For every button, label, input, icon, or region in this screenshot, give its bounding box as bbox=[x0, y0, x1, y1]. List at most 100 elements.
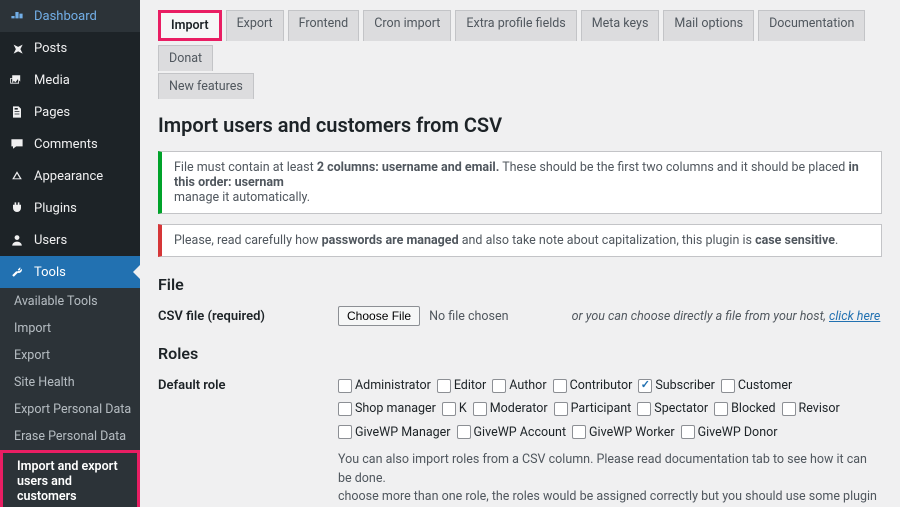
checkbox-icon bbox=[492, 379, 506, 393]
menu-label: Pages bbox=[34, 105, 70, 120]
role-checkbox-givewp-manager[interactable]: GiveWP Manager bbox=[338, 422, 451, 443]
admin-sidebar: Dashboard Posts Media Pages Comments App… bbox=[0, 0, 140, 507]
plugins-icon bbox=[8, 199, 26, 217]
checkbox-icon bbox=[681, 425, 695, 439]
role-checkbox-blocked[interactable]: Blocked bbox=[714, 398, 775, 419]
menu-posts[interactable]: Posts bbox=[0, 32, 140, 64]
checkbox-icon bbox=[554, 402, 568, 416]
tab-mail-options[interactable]: Mail options bbox=[663, 10, 754, 41]
checkbox-icon bbox=[338, 425, 352, 439]
checkbox-icon bbox=[572, 425, 586, 439]
checkbox-icon bbox=[437, 379, 451, 393]
tab-new-features[interactable]: New features bbox=[158, 73, 254, 99]
submenu-export-personal[interactable]: Export Personal Data bbox=[0, 396, 140, 423]
page-title: Import users and customers from CSV bbox=[158, 113, 882, 137]
tab-extra-profile[interactable]: Extra profile fields bbox=[455, 10, 576, 41]
tabs-row-2: New features bbox=[140, 71, 900, 99]
menu-tools[interactable]: Tools bbox=[0, 256, 140, 288]
menu-label: Comments bbox=[34, 137, 98, 152]
role-checkbox-editor[interactable]: Editor bbox=[437, 375, 486, 396]
submenu-site-health[interactable]: Site Health bbox=[0, 369, 140, 396]
role-label: Moderator bbox=[490, 398, 548, 419]
checkbox-icon bbox=[638, 379, 652, 393]
checkbox-icon bbox=[338, 402, 352, 416]
menu-appearance[interactable]: Appearance bbox=[0, 160, 140, 192]
section-file: File bbox=[158, 275, 882, 294]
menu-label: Users bbox=[34, 233, 67, 248]
role-checkbox-revisor[interactable]: Revisor bbox=[782, 398, 840, 419]
role-checkbox-k[interactable]: K bbox=[442, 398, 467, 419]
tab-donate[interactable]: Donat bbox=[158, 45, 213, 71]
checkbox-icon bbox=[473, 402, 487, 416]
submenu-export[interactable]: Export bbox=[0, 342, 140, 369]
role-label: Spectator bbox=[654, 398, 708, 419]
csv-file-label: CSV file (required) bbox=[158, 306, 338, 326]
role-checkbox-participant[interactable]: Participant bbox=[554, 398, 632, 419]
role-checkbox-givewp-worker[interactable]: GiveWP Worker bbox=[572, 422, 675, 443]
tab-export[interactable]: Export bbox=[226, 10, 284, 41]
role-checkbox-shop-manager[interactable]: Shop manager bbox=[338, 398, 436, 419]
appearance-icon bbox=[8, 167, 26, 185]
pin-icon bbox=[8, 39, 26, 57]
media-icon bbox=[8, 71, 26, 89]
tab-meta-keys[interactable]: Meta keys bbox=[581, 10, 660, 41]
tab-frontend[interactable]: Frontend bbox=[288, 10, 360, 41]
role-label: Administrator bbox=[355, 375, 431, 396]
submenu-available-tools[interactable]: Available Tools bbox=[0, 288, 140, 315]
checkbox-icon bbox=[457, 425, 471, 439]
file-status-text: No file chosen bbox=[429, 309, 508, 324]
or-host-text: or you can choose directly a file from y… bbox=[572, 309, 881, 324]
comments-icon bbox=[8, 135, 26, 153]
menu-label: Posts bbox=[34, 41, 67, 56]
default-role-label: Default role bbox=[158, 375, 338, 507]
menu-media[interactable]: Media bbox=[0, 64, 140, 96]
role-checkbox-customer[interactable]: Customer bbox=[721, 375, 792, 396]
tab-documentation[interactable]: Documentation bbox=[758, 10, 865, 41]
checkbox-icon bbox=[714, 402, 728, 416]
role-label: GiveWP Donor bbox=[698, 422, 778, 443]
role-label: Revisor bbox=[799, 398, 840, 419]
role-checkbox-subscriber[interactable]: Subscriber bbox=[638, 375, 715, 396]
role-checkbox-moderator[interactable]: Moderator bbox=[473, 398, 548, 419]
main-content: Import Export Frontend Cron import Extra… bbox=[140, 0, 900, 507]
role-checkbox-spectator[interactable]: Spectator bbox=[637, 398, 708, 419]
choose-file-button[interactable]: Choose File bbox=[338, 306, 420, 326]
checkbox-icon bbox=[338, 379, 352, 393]
tab-cron-import[interactable]: Cron import bbox=[363, 10, 451, 41]
role-label: Shop manager bbox=[355, 398, 436, 419]
section-roles: Roles bbox=[158, 344, 882, 363]
menu-plugins[interactable]: Plugins bbox=[0, 192, 140, 224]
role-checkbox-givewp-donor[interactable]: GiveWP Donor bbox=[681, 422, 778, 443]
submenu-import[interactable]: Import bbox=[0, 315, 140, 342]
roles-checkbox-group: Administrator Editor Author ContributorSubs… bbox=[338, 375, 882, 443]
role-label: GiveWP Worker bbox=[589, 422, 675, 443]
role-checkbox-contributor[interactable]: Contributor bbox=[553, 375, 633, 396]
click-here-link[interactable]: click here bbox=[829, 309, 880, 324]
menu-label: Dashboard bbox=[34, 9, 97, 24]
checkbox-icon bbox=[637, 402, 651, 416]
menu-label: Tools bbox=[34, 265, 66, 280]
role-label: K bbox=[459, 398, 467, 419]
role-checkbox-author[interactable]: Author bbox=[492, 375, 546, 396]
dashboard-icon bbox=[8, 7, 26, 25]
menu-dashboard[interactable]: Dashboard bbox=[0, 0, 140, 32]
role-label: GiveWP Account bbox=[474, 422, 567, 443]
tab-import[interactable]: Import bbox=[158, 10, 222, 41]
menu-users[interactable]: Users bbox=[0, 224, 140, 256]
checkbox-icon bbox=[721, 379, 735, 393]
checkbox-icon bbox=[442, 402, 456, 416]
menu-label: Appearance bbox=[34, 169, 103, 184]
menu-label: Media bbox=[34, 73, 70, 88]
role-checkbox-givewp-account[interactable]: GiveWP Account bbox=[457, 422, 567, 443]
menu-comments[interactable]: Comments bbox=[0, 128, 140, 160]
submenu-erase-personal[interactable]: Erase Personal Data bbox=[0, 423, 140, 450]
checkbox-icon bbox=[553, 379, 567, 393]
submenu-import-export-users[interactable]: Import and export users and customers bbox=[0, 450, 140, 507]
role-label: Customer bbox=[738, 375, 792, 396]
menu-pages[interactable]: Pages bbox=[0, 96, 140, 128]
role-checkbox-administrator[interactable]: Administrator bbox=[338, 375, 431, 396]
tools-icon bbox=[8, 263, 26, 281]
users-icon bbox=[8, 231, 26, 249]
role-label: Editor bbox=[454, 375, 486, 396]
pages-icon bbox=[8, 103, 26, 121]
